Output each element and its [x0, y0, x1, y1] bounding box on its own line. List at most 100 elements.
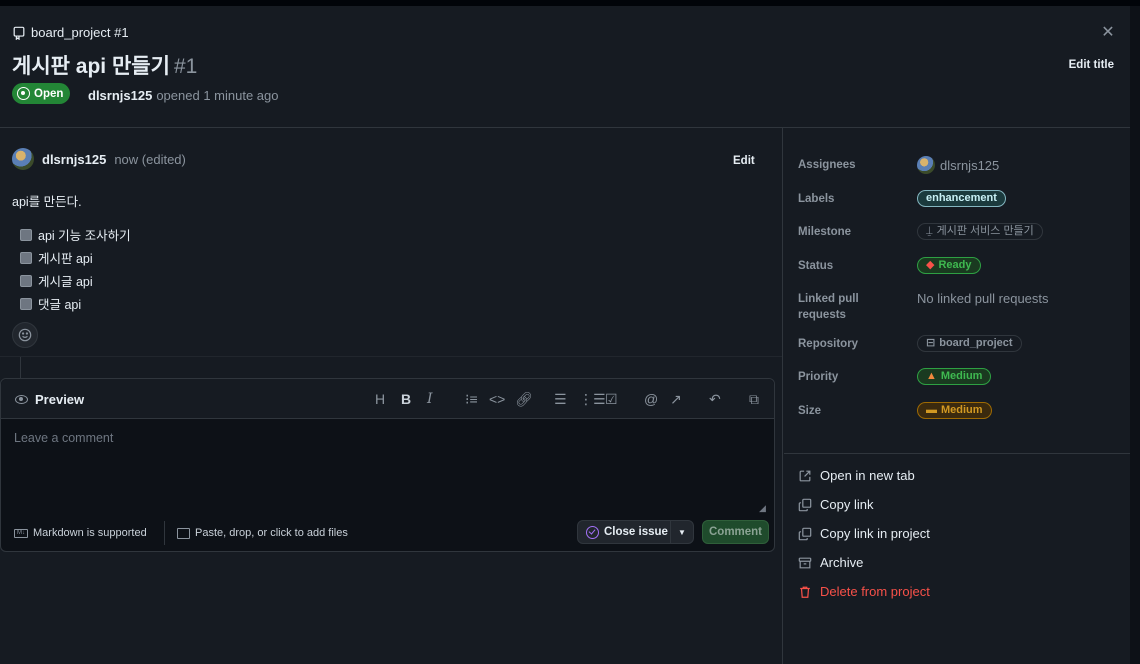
issue-number: #1: [173, 55, 198, 78]
task-label: 게시글 api: [38, 275, 93, 289]
unordered-list-icon[interactable]: ☰: [554, 391, 567, 407]
comment-meta[interactable]: now (edited): [114, 152, 186, 167]
labels-value[interactable]: enhancement: [917, 190, 1006, 207]
milestone-value[interactable]: ⍊ 게시판 서비스 만들기: [917, 223, 1043, 240]
label-badge[interactable]: enhancement: [917, 190, 1006, 207]
task-label: 게시판 api: [38, 252, 93, 266]
issue-open-icon: [17, 87, 30, 100]
timeline-divider: [0, 356, 782, 379]
comment-editor: Preview H B I ⁝≡ <> 🔗︎ ☰ ⋮☰ ☑ @ ↗ ↶ ⧉ Le…: [0, 378, 775, 552]
add-reaction-button[interactable]: [12, 322, 38, 348]
opened-text: opened 1 minute ago: [156, 88, 279, 103]
resize-handle-icon[interactable]: ◢: [759, 503, 766, 514]
undo-icon[interactable]: ↶: [709, 391, 721, 407]
mention-icon[interactable]: @: [644, 391, 658, 407]
page-title: 게시판 api 만들기 #1: [12, 50, 197, 80]
eye-icon: [15, 395, 28, 404]
fullscreen-icon[interactable]: ⧉: [749, 391, 759, 407]
delete-from-project-button[interactable]: Delete from project: [798, 584, 930, 599]
archive-button[interactable]: Archive: [798, 555, 863, 570]
comment-button[interactable]: Comment: [702, 520, 769, 544]
copy-link-in-project-button[interactable]: Copy link in project: [798, 526, 930, 541]
milestone-name: 게시판 서비스 만들기: [936, 225, 1034, 237]
task-item: api 기능 조사하기: [20, 223, 131, 246]
link-icon[interactable]: 🔗︎: [515, 391, 533, 407]
size-label: Size: [798, 405, 822, 417]
status-pill[interactable]: ◆ Ready: [917, 257, 981, 274]
cross-reference-icon[interactable]: ↗: [670, 391, 682, 407]
task-label: api 기능 조사하기: [38, 229, 131, 243]
author-link[interactable]: dlsrnjs125: [88, 88, 152, 103]
task-label: 댓글 api: [38, 298, 82, 312]
close-issue-main[interactable]: Close issue: [578, 521, 671, 543]
repo-icon: ⊟: [926, 337, 936, 349]
comment-author[interactable]: dlsrnjs125: [42, 152, 106, 167]
comment-body: api를 만든다.: [12, 195, 82, 209]
repository-name: board_project: [939, 337, 1013, 349]
copy-link-in-project-label: Copy link in project: [820, 526, 930, 541]
avatar[interactable]: [12, 148, 34, 170]
markdown-note[interactable]: M↓ Markdown is supported: [14, 527, 147, 539]
status-pill-label: Ready: [938, 259, 972, 271]
close-issue-label: Close issue: [604, 526, 668, 538]
copy-icon: [798, 527, 812, 540]
comment-textarea[interactable]: Leave a comment: [14, 431, 113, 445]
italic-icon[interactable]: I: [427, 391, 433, 407]
breadcrumb[interactable]: board_project #1: [12, 25, 129, 40]
edit-title-button[interactable]: Edit title: [1069, 59, 1114, 71]
status-badge-label: Open: [34, 87, 64, 100]
markdown-note-label: Markdown is supported: [33, 527, 147, 539]
smiley-icon: [18, 328, 32, 342]
tab-preview-label: Preview: [35, 392, 85, 407]
size-pill[interactable]: ▬ Medium: [917, 402, 992, 419]
editor-footer: M↓ Markdown is supported Paste, drop, or…: [1, 515, 774, 551]
code-icon[interactable]: <>: [489, 391, 505, 407]
repository-label: Repository: [798, 338, 859, 350]
priority-value[interactable]: ▲ Medium: [917, 368, 992, 385]
size-pill-label: Medium: [941, 404, 983, 416]
attach-files[interactable]: Paste, drop, or click to add files: [177, 527, 348, 539]
task-checkbox[interactable]: [20, 228, 32, 241]
assignee-value[interactable]: dlsrnjs125: [917, 156, 999, 174]
image-icon: [177, 527, 190, 539]
heading-icon[interactable]: H: [375, 391, 385, 407]
status-value[interactable]: ◆ Ready: [917, 257, 981, 274]
copy-link-label: Copy link: [820, 497, 874, 512]
milestone-icon: ⍊: [926, 225, 933, 237]
chevron-down-icon[interactable]: ▼: [671, 528, 693, 537]
ordered-list-icon[interactable]: ⋮☰: [579, 391, 606, 407]
edit-comment-button[interactable]: Edit: [733, 155, 755, 167]
footer-divider: [164, 521, 165, 545]
priority-label: Priority: [798, 371, 839, 383]
close-icon[interactable]: ✕: [1100, 25, 1116, 41]
milestone-badge[interactable]: ⍊ 게시판 서비스 만들기: [917, 223, 1043, 240]
issue-side-panel: board_project #1 ✕ 게시판 api 만들기 #1 Edit ti…: [0, 6, 1130, 664]
breadcrumb-text: board_project #1: [31, 25, 129, 40]
task-checkbox[interactable]: [20, 297, 32, 310]
archive-icon: [798, 557, 812, 568]
scrollbar[interactable]: [1130, 6, 1140, 664]
tag-icon: ◆: [926, 259, 935, 271]
archive-label: Archive: [820, 555, 864, 570]
milestone-label: Milestone: [798, 226, 852, 238]
labels-label: Labels: [798, 193, 835, 205]
markdown-icon: M↓: [14, 528, 28, 538]
copy-icon: [798, 498, 812, 511]
priority-pill-label: Medium: [940, 370, 983, 382]
repository-badge[interactable]: ⊟ board_project: [917, 335, 1022, 352]
close-issue-button[interactable]: Close issue ▼: [577, 520, 694, 544]
tab-preview[interactable]: Preview: [15, 392, 84, 407]
priority-pill[interactable]: ▲ Medium: [917, 368, 992, 385]
task-checkbox[interactable]: [20, 251, 32, 264]
open-in-new-tab-button[interactable]: Open in new tab: [798, 468, 915, 483]
quote-icon[interactable]: ⁝≡: [465, 391, 478, 407]
trash-icon: [800, 586, 810, 598]
size-value[interactable]: ▬ Medium: [917, 402, 992, 419]
editor-toolbar: Preview H B I ⁝≡ <> 🔗︎ ☰ ⋮☰ ☑ @ ↗ ↶ ⧉: [1, 379, 774, 419]
bold-icon[interactable]: B: [401, 391, 411, 407]
repository-value[interactable]: ⊟ board_project: [917, 335, 1022, 352]
task-list-icon[interactable]: ☑: [605, 391, 618, 407]
linked-prs-label: Linked pull requests: [798, 293, 859, 321]
task-checkbox[interactable]: [20, 274, 32, 287]
copy-link-button[interactable]: Copy link: [798, 497, 873, 512]
